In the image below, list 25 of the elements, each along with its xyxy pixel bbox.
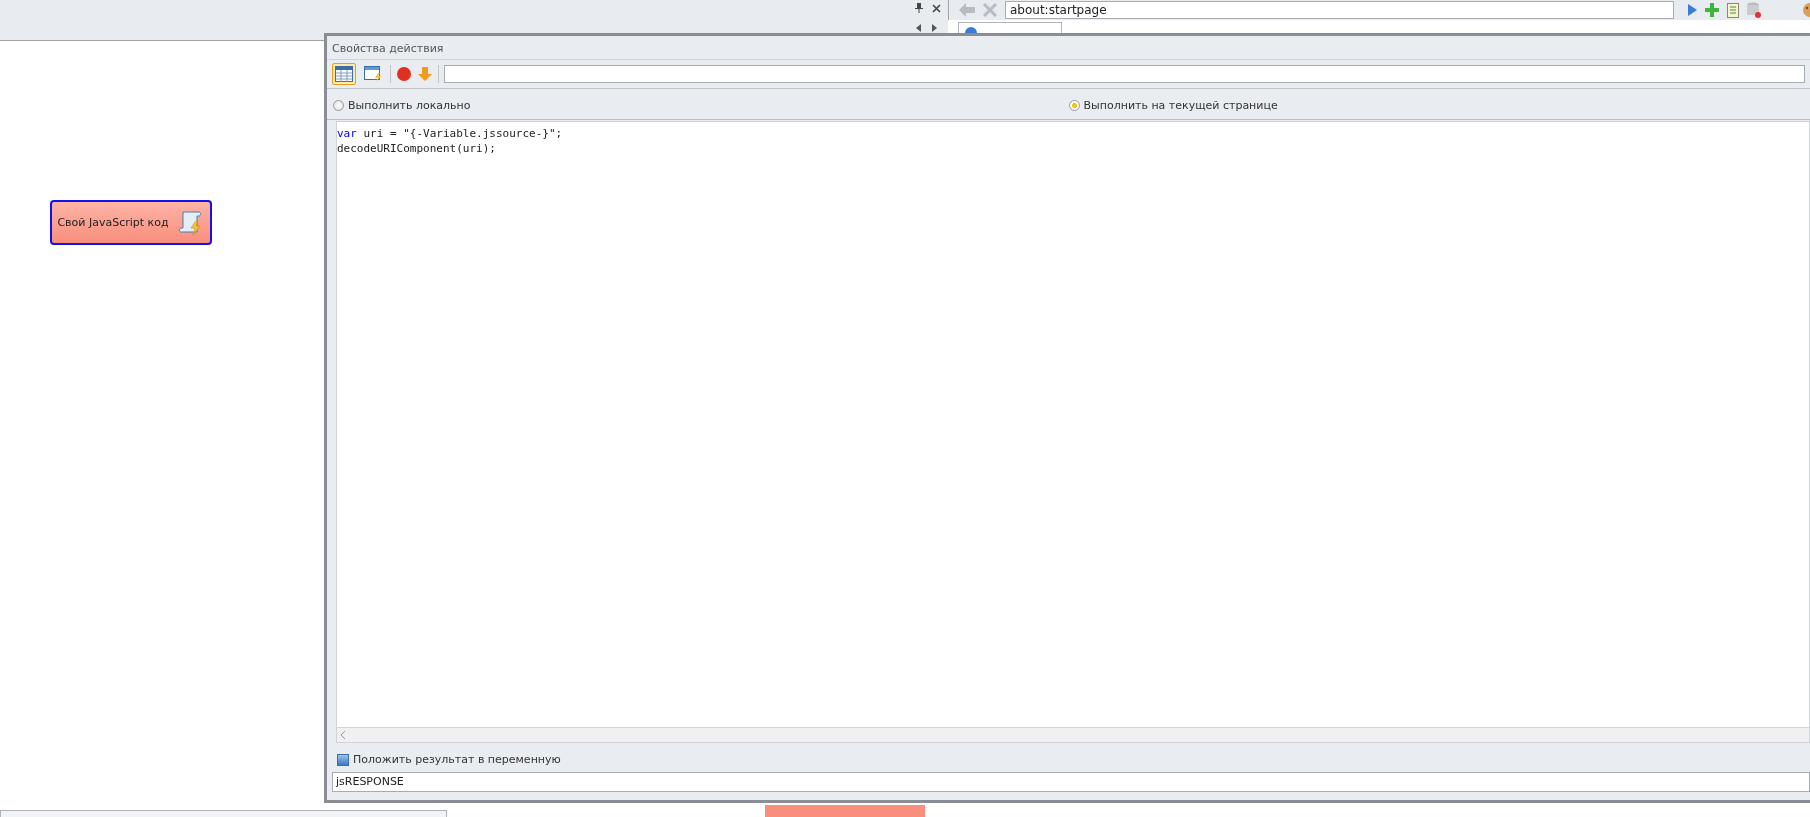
dialog-title: Свойства действия — [331, 41, 445, 57]
table-view-icon[interactable] — [332, 63, 356, 85]
scroll-left-icon[interactable] — [916, 24, 921, 32]
checkbox-label: Положить результат в переменную — [353, 753, 561, 766]
code-line: var uri = "{-Variable.jssource-}"; — [337, 126, 564, 141]
pin-icon[interactable] — [915, 3, 923, 13]
play-icon[interactable] — [1688, 4, 1697, 16]
database-icon[interactable] — [1747, 2, 1761, 18]
document-icon[interactable] — [1727, 2, 1739, 18]
variable-field[interactable]: jsRESPONSE — [332, 772, 1810, 792]
address-field[interactable]: about:startpage — [1005, 1, 1674, 19]
code-editor[interactable]: var uri = "{-Variable.jssource-}"; decodeURIComponent(uri); — [336, 121, 1810, 727]
cookie-icon[interactable] — [1802, 2, 1810, 18]
code-line: decodeURIComponent(uri); — [337, 141, 497, 156]
action-node[interactable]: Свой JavaScript код — [50, 200, 212, 245]
checkbox[interactable] — [337, 753, 349, 766]
radio-indicator[interactable] — [1068, 100, 1080, 111]
radio-button[interactable]: Выполнить на текущей странице — [1068, 99, 1804, 112]
radio-indicator[interactable] — [333, 100, 344, 111]
scroll-right-icon[interactable] — [932, 24, 937, 32]
radio-button[interactable]: Выполнить локально — [333, 99, 1069, 112]
plus-icon[interactable] — [1705, 3, 1719, 17]
down-arrow-icon[interactable] — [417, 66, 433, 82]
close-icon[interactable] — [932, 4, 941, 13]
record-icon[interactable] — [396, 66, 412, 82]
